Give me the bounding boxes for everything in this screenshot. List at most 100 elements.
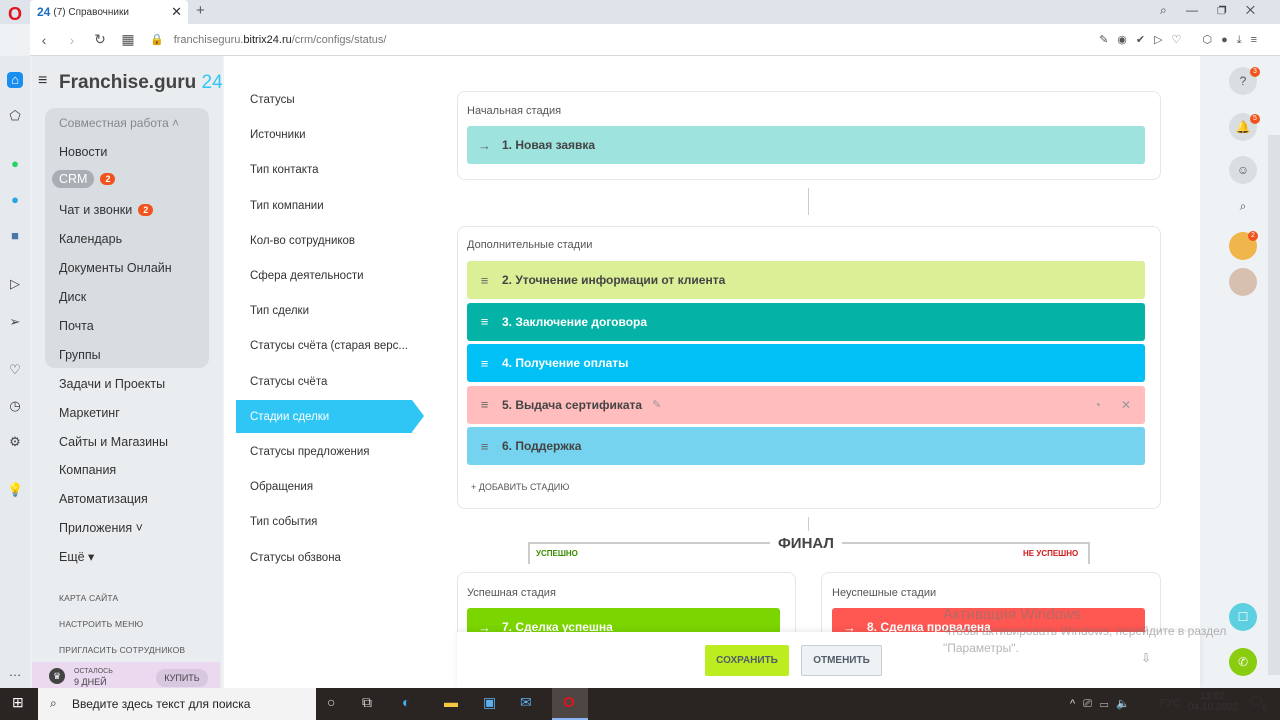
opera-taskbar-button[interactable]: O [552, 688, 588, 720]
arrow-icon: → [478, 137, 491, 153]
tips-icon[interactable]: 💡 [7, 482, 23, 498]
menu-item-company[interactable]: Компания [59, 463, 116, 477]
settings-menu-item[interactable]: Статусы счёта [250, 376, 327, 388]
menu-item-tasks[interactable]: Задачи и Проекты [59, 377, 165, 391]
settings-menu-item[interactable]: Тип компании [250, 200, 324, 212]
back-icon[interactable]: ‹ [30, 32, 58, 48]
stage-item[interactable]: → 1. Новая заявка [467, 126, 1145, 164]
search-icon[interactable]: ⌕ [1229, 192, 1257, 220]
menu-item-more[interactable]: Ещё ▾ [59, 549, 94, 564]
menu-toggle-icon[interactable]: ≡ [38, 72, 47, 90]
menu-item-automation[interactable]: Автоматизация [59, 492, 148, 506]
language-indicator[interactable]: РУС [1160, 698, 1180, 709]
portal-logo[interactable]: Franchise.guru 24 [59, 72, 223, 94]
task-view-icon[interactable]: ⧉ [362, 694, 372, 711]
settings-menu-item[interactable]: Обращения [250, 481, 313, 493]
history-icon[interactable]: ◷ [7, 398, 23, 414]
color-picker-icon[interactable]: ◔ [1094, 398, 1101, 412]
settings-menu-item[interactable]: Тип сделки [250, 305, 309, 317]
url-domain[interactable]: bitrix24.ru [243, 34, 291, 46]
active-item-arrow [412, 400, 424, 432]
stage-item[interactable]: ≡ 6. Поддержка [467, 427, 1145, 465]
settings-menu-item[interactable]: Сфера деятельности [250, 270, 364, 282]
settings-menu-item[interactable]: Статусы обзвона [250, 552, 341, 564]
drag-handle-icon[interactable]: ≡ [467, 356, 502, 371]
chat-icon[interactable]: ☺ [1229, 156, 1257, 184]
drag-handle-icon[interactable]: ≡ [467, 273, 502, 288]
new-tab-button[interactable]: + [196, 2, 205, 19]
menu-item-chat[interactable]: Чат и звонки 2 [59, 203, 154, 217]
stage-item[interactable]: ≡ 3. Заключение договора [467, 302, 1145, 341]
player-icon[interactable]: ▷ [7, 276, 23, 292]
reload-icon[interactable]: ↻ [86, 31, 114, 48]
menu-item-calendar[interactable]: Календарь [59, 232, 122, 246]
stage-item[interactable]: ≡ 2. Уточнение информации от клиента [467, 261, 1145, 299]
menu-item-disk[interactable]: Диск [59, 290, 86, 304]
home-icon[interactable]: ⌂ [7, 72, 23, 88]
drag-handle-icon[interactable]: ≡ [467, 397, 502, 412]
tray-icons[interactable]: ^⎚▭🔈 [1070, 697, 1138, 711]
cancel-button[interactable]: ОТМЕНИТЬ [801, 645, 882, 676]
additional-stages-title: Дополнительные стадии [467, 239, 593, 251]
drag-handle-icon[interactable]: ≡ [467, 314, 502, 329]
url-host[interactable]: franchiseguru. [174, 34, 244, 46]
store-icon[interactable]: ▣ [483, 694, 496, 711]
settings-menu-item[interactable]: Статусы предложения [250, 446, 370, 458]
heart-icon[interactable]: ♡ [7, 362, 23, 378]
browser-tab[interactable]: 24 (7) Справочники ✕ [30, 0, 188, 24]
menu-group-title[interactable]: Совместная работа ˄ [59, 116, 179, 130]
menu-item-news[interactable]: Новости [59, 145, 107, 159]
menu-item-apps[interactable]: Приложения ˅ [59, 521, 143, 535]
address-bar[interactable]: ‹ › ↻ ▦ 🔒 franchiseguru. bitrix24.ru/crm/con… [30, 24, 1280, 56]
window-controls[interactable]: ⌕ ― ❐ ✕ [1160, 3, 1255, 18]
menu-item-sites[interactable]: Сайты и Магазины [59, 435, 168, 449]
stage-item[interactable]: ≡ 4. Получение оплаты [467, 344, 1145, 382]
bookmark-icon[interactable]: ⬠ [7, 108, 23, 124]
whatsapp-icon[interactable]: ● [7, 156, 23, 172]
cortana-icon[interactable]: ○ [327, 694, 335, 710]
mail-icon[interactable]: ✉ [520, 694, 532, 711]
close-tab-icon[interactable]: ✕ [171, 4, 182, 20]
url-path[interactable]: /crm/configs/status/ [292, 34, 387, 46]
telegram-icon[interactable]: ● [7, 192, 23, 208]
edge-icon[interactable]: ◐ [402, 694, 410, 710]
explorer-icon[interactable]: ▬ [444, 694, 458, 710]
configure-menu-link[interactable]: НАСТРОИТЬ МЕНЮ [59, 619, 143, 629]
scrollbar[interactable] [1268, 135, 1280, 675]
settings-menu-item[interactable]: Статусы счёта (старая верс... [250, 340, 408, 352]
settings-icon[interactable]: ⚙ [7, 434, 23, 450]
forward-icon[interactable]: › [58, 32, 86, 48]
menu-item-crm[interactable]: CRM 2 [52, 170, 116, 188]
save-button[interactable]: СОХРАНИТЬ [705, 645, 789, 676]
vk-icon[interactable]: ■ [7, 228, 23, 244]
delete-icon[interactable]: ✕ [1121, 398, 1131, 412]
edit-icon[interactable]: ✎ [652, 398, 661, 411]
contact-center-icon[interactable]: ☐ [1229, 603, 1257, 631]
menu-item-docs[interactable]: Документы Онлайн [59, 261, 172, 275]
settings-menu-item[interactable]: Тип события [250, 516, 317, 528]
menu-item-groups[interactable]: Группы [59, 348, 101, 362]
settings-menu-item[interactable]: Стадии сделки [250, 411, 329, 423]
settings-menu-item[interactable]: Кол-во сотрудников [250, 235, 355, 247]
send-icon[interactable]: ➢ [7, 314, 23, 330]
settings-menu-item[interactable]: Статусы [250, 94, 295, 106]
sitemap-link[interactable]: КАРТА САЙТА [59, 593, 118, 603]
speed-dial-icon[interactable]: ▦ [114, 31, 142, 48]
add-stage-button[interactable]: + ДОБАВИТЬ СТАДИЮ [471, 482, 569, 492]
more-icon[interactable]: … [7, 664, 23, 680]
drag-handle-icon[interactable]: ≡ [467, 439, 502, 454]
menu-item-mail[interactable]: Почта [59, 319, 94, 333]
buy-button[interactable]: КУПИТЬ [156, 669, 208, 687]
browser-toolbar-icons[interactable]: ✎◉✔▷♡ ⬡●⤓≡ [1099, 33, 1266, 47]
settings-menu-item[interactable]: Источники [250, 129, 306, 141]
stage-item[interactable]: ≡ 5. Выдача сертификата ✎ ◔ ✕ [467, 385, 1145, 424]
start-icon[interactable]: ⊞ [12, 694, 24, 711]
invite-link[interactable]: ПРИГЛАСИТЬ СОТРУДНИКОВ [59, 645, 185, 655]
clock[interactable]: 13:02 04.10.2022 [1188, 691, 1238, 713]
taskbar-search[interactable]: ⌕ Введите здесь текст для поиска [38, 688, 316, 720]
phone-icon[interactable]: ✆ [1229, 648, 1257, 676]
menu-item-marketing[interactable]: Маркетинг [59, 406, 120, 420]
settings-menu-item[interactable]: Тип контакта [250, 164, 319, 176]
opera-logo-icon[interactable]: O [8, 4, 22, 25]
avatar[interactable] [1229, 268, 1257, 296]
